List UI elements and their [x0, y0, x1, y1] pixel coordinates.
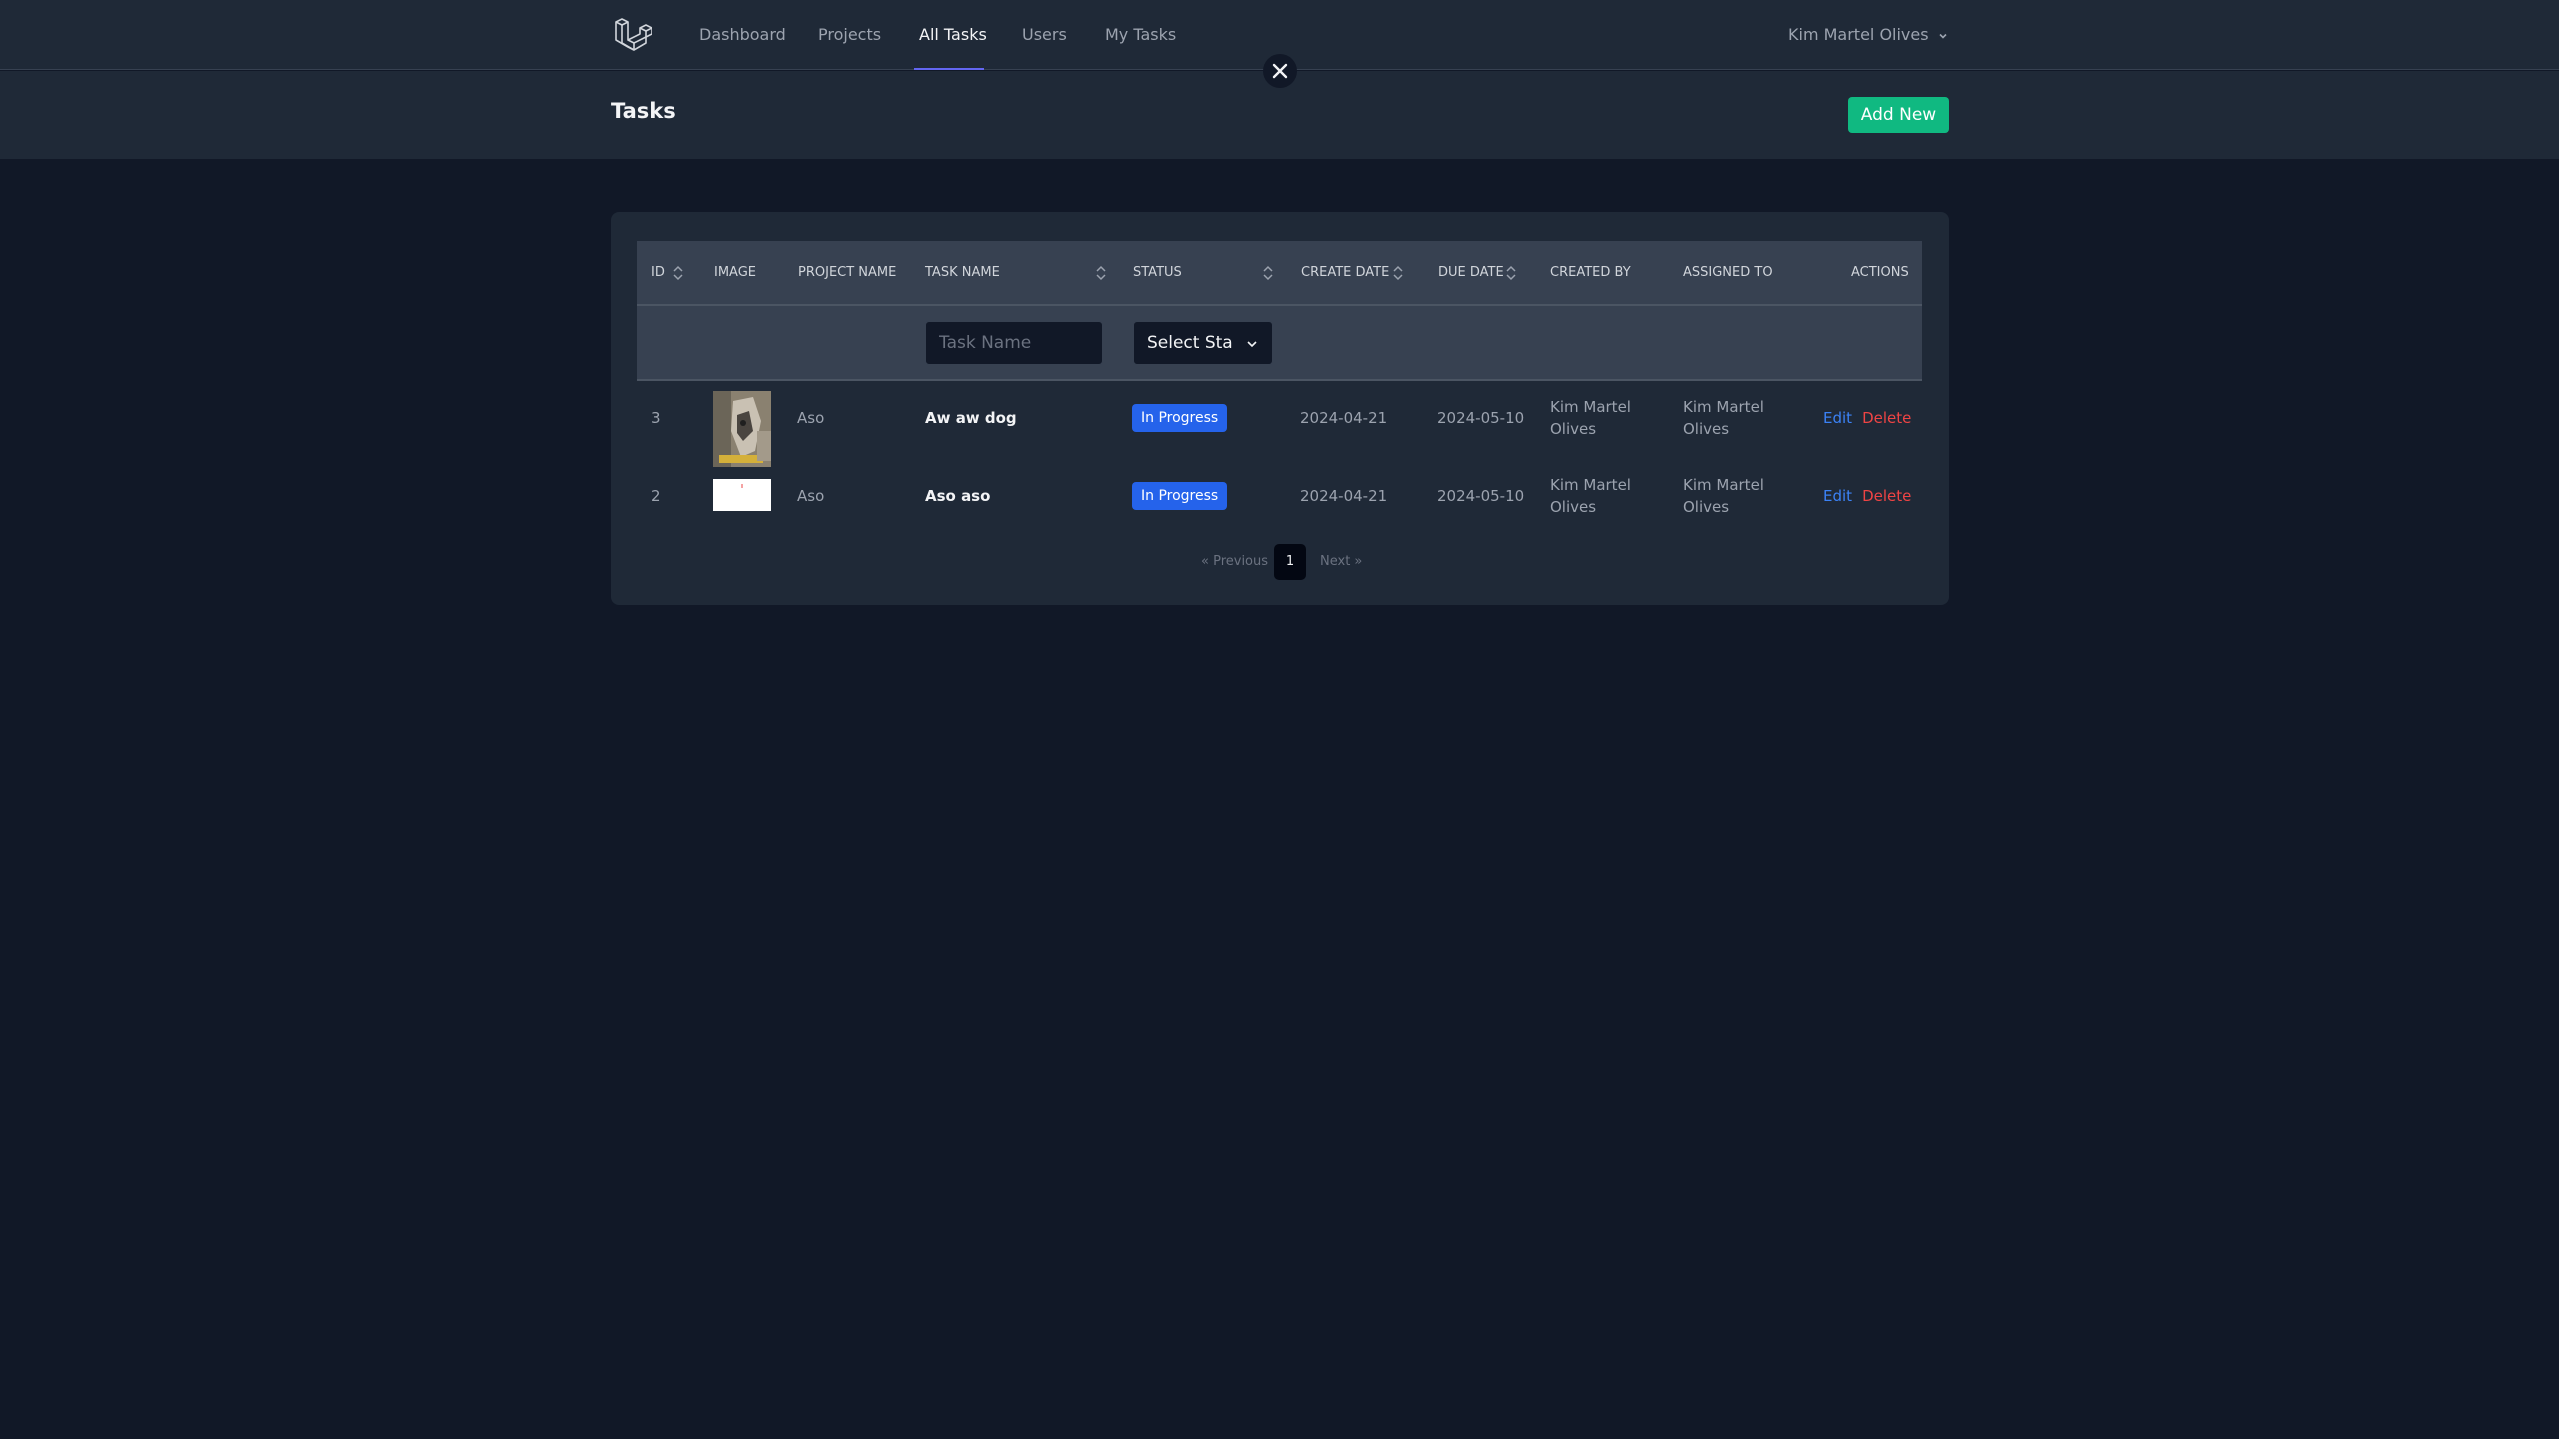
status-badge: In Progress	[1132, 482, 1228, 510]
add-new-button[interactable]: Add New	[1848, 97, 1949, 133]
pagination-current-page[interactable]: 1	[1274, 544, 1306, 580]
nav-link-all-tasks[interactable]: All Tasks	[919, 0, 987, 70]
pagination: « Previous 1 Next »	[611, 544, 1949, 580]
column-header-actions: ACTIONS	[1851, 265, 1909, 280]
column-header-image: IMAGE	[714, 265, 757, 280]
column-header-create-date[interactable]: CREATE DATE	[1301, 241, 1389, 304]
task-image-thumbnail[interactable]	[713, 479, 771, 511]
actions-cell: Edit Delete	[1823, 379, 1911, 457]
column-header-assigned-to: ASSIGNED TO	[1683, 265, 1773, 280]
status-badge: In Progress	[1132, 404, 1228, 432]
nav-link-projects[interactable]: Projects	[818, 0, 881, 70]
task-image-thumbnail[interactable]	[713, 391, 771, 467]
column-header-id[interactable]: ID	[651, 241, 665, 304]
table-header-row: ID IMAGE PROJECT NAME TASK NAME STATUS C…	[637, 241, 1922, 306]
delete-link[interactable]: Delete	[1862, 487, 1911, 505]
task-name-filter-input[interactable]	[925, 321, 1103, 365]
table-row: 3 Aso Aw aw dog In Progress 2024-04-21 2…	[637, 379, 1922, 467]
chevron-down-icon	[1247, 341, 1257, 348]
column-header-due-date[interactable]: DUE DATE	[1438, 241, 1504, 304]
laravel-logo-icon[interactable]	[612, 16, 652, 56]
assigned-to: Kim Martel Olives	[1683, 476, 1764, 516]
sort-icon[interactable]	[1262, 264, 1274, 282]
sort-icon[interactable]	[1392, 264, 1404, 282]
column-header-project-name: PROJECT NAME	[798, 265, 897, 280]
sort-icon[interactable]	[672, 264, 684, 282]
table-row: 2 Aso Aso aso In Progress 2024-04-21 202…	[637, 457, 1922, 535]
pagination-next[interactable]: Next »	[1320, 544, 1362, 580]
create-date: 2024-04-21	[1300, 409, 1388, 427]
user-name: Kim Martel Olives	[1788, 25, 1929, 44]
close-icon	[1272, 63, 1288, 79]
active-tab-indicator	[914, 68, 984, 70]
due-date: 2024-05-10	[1437, 487, 1525, 505]
filter-row: Select Status	[637, 306, 1922, 381]
task-name[interactable]: Aw aw dog	[925, 379, 1017, 457]
column-header-status[interactable]: STATUS	[1133, 241, 1182, 304]
create-date: 2024-04-21	[1300, 487, 1388, 505]
edit-link[interactable]: Edit	[1823, 487, 1852, 505]
nav-link-my-tasks[interactable]: My Tasks	[1105, 0, 1176, 70]
nav-link-dashboard[interactable]: Dashboard	[699, 0, 786, 70]
status-filter-select[interactable]: Select Status	[1133, 321, 1273, 365]
due-date: 2024-05-10	[1437, 409, 1525, 427]
close-button[interactable]	[1263, 54, 1297, 88]
task-id: 2	[651, 487, 661, 505]
sort-icon[interactable]	[1505, 264, 1517, 282]
user-menu[interactable]: Kim Martel Olives	[1788, 0, 1949, 70]
created-by: Kim Martel Olives	[1550, 398, 1631, 438]
status-filter-value: Select Status	[1147, 333, 1233, 353]
actions-cell: Edit Delete	[1823, 457, 1911, 535]
tasks-card: ID IMAGE PROJECT NAME TASK NAME STATUS C…	[611, 212, 1949, 605]
assigned-to: Kim Martel Olives	[1683, 398, 1764, 438]
created-by: Kim Martel Olives	[1550, 476, 1631, 516]
edit-link[interactable]: Edit	[1823, 409, 1852, 427]
task-id: 3	[651, 409, 661, 427]
status-cell: In Progress	[1132, 379, 1228, 457]
nav-link-users[interactable]: Users	[1022, 0, 1067, 70]
column-header-created-by: CREATED BY	[1550, 265, 1631, 280]
status-cell: In Progress	[1132, 457, 1228, 535]
page-title: Tasks	[611, 99, 676, 123]
project-name[interactable]: Aso	[797, 379, 824, 457]
pagination-previous[interactable]: « Previous	[1201, 544, 1268, 580]
chevron-down-icon	[1939, 33, 1947, 39]
sort-icon[interactable]	[1095, 264, 1107, 282]
task-name[interactable]: Aso aso	[925, 457, 990, 535]
delete-link[interactable]: Delete	[1862, 409, 1911, 427]
project-name[interactable]: Aso	[797, 457, 824, 535]
column-header-task-name[interactable]: TASK NAME	[925, 241, 1000, 304]
